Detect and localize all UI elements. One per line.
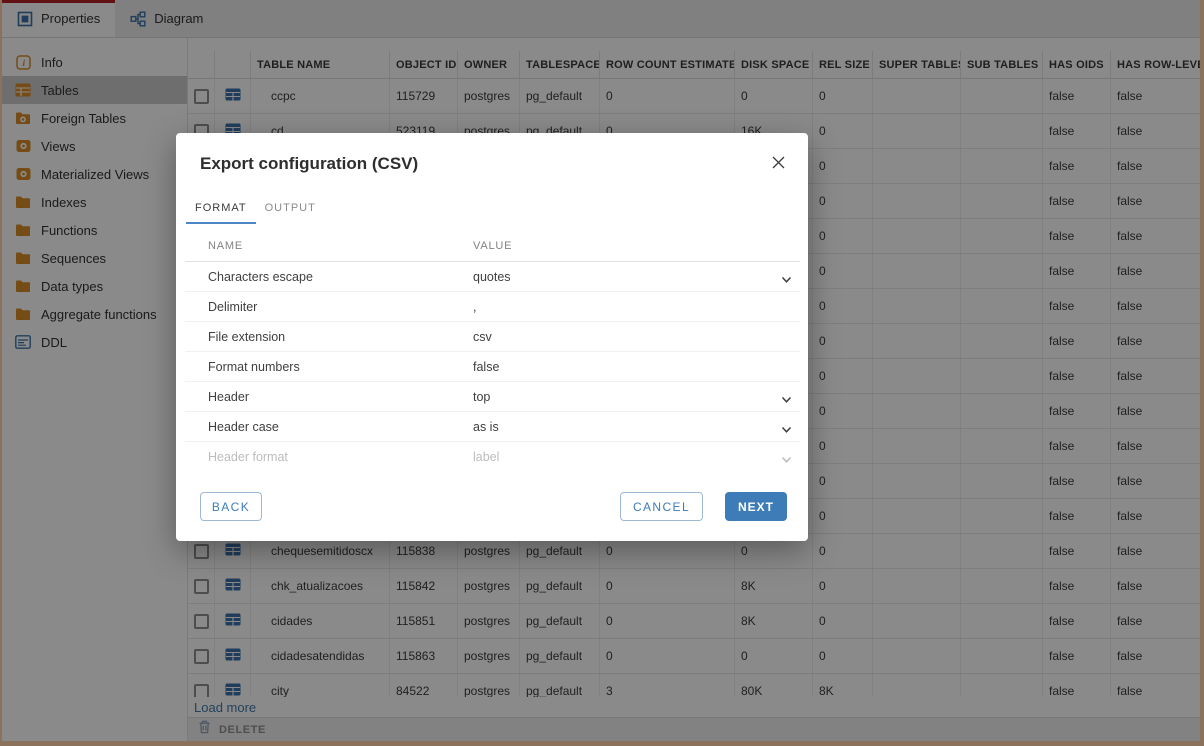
property-row-header: Headertop (185, 382, 800, 412)
property-name: Characters escape (185, 270, 473, 284)
property-value-text: as is (473, 420, 499, 434)
property-value-text: label (473, 450, 499, 464)
next-button[interactable]: NEXT (725, 492, 787, 521)
dialog-tab-output[interactable]: OUTPUT (256, 197, 325, 224)
property-value-text: quotes (473, 270, 511, 284)
property-name: Header case (185, 420, 473, 434)
chevron-down-icon[interactable] (781, 393, 792, 407)
property-value[interactable]: label (473, 450, 800, 464)
property-name: Header (185, 390, 473, 404)
property-name: Format numbers (185, 360, 473, 374)
property-row-delimiter: Delimiter, (185, 292, 800, 322)
property-row-file-extension: File extensioncsv (185, 322, 800, 352)
property-value-text: , (473, 300, 476, 314)
dialog-properties-table: NAME VALUE Characters escapequotesDelimi… (185, 230, 800, 483)
property-value[interactable]: , (473, 300, 800, 314)
property-name: File extension (185, 330, 473, 344)
property-value[interactable]: false (473, 360, 800, 374)
back-button[interactable]: BACK (200, 492, 262, 521)
property-row-characters-escape: Characters escapequotes (185, 262, 800, 292)
properties-name-header: NAME (185, 240, 473, 252)
property-name: Delimiter (185, 300, 473, 314)
properties-value-header: VALUE (473, 240, 800, 252)
dialog-properties: Characters escapequotesDelimiter,File ex… (185, 262, 800, 468)
property-value-text: false (473, 360, 499, 374)
chevron-down-icon[interactable] (781, 453, 792, 467)
property-name: Header format (185, 450, 473, 464)
export-configuration-dialog: Export configuration (CSV) FORMAT OUTPUT… (176, 133, 808, 541)
property-row-header-format: Header formatlabel (185, 442, 800, 468)
close-icon[interactable] (770, 154, 786, 170)
chevron-down-icon[interactable] (781, 423, 792, 437)
dialog-tabs: FORMAT OUTPUT (186, 197, 325, 224)
property-value[interactable]: top (473, 390, 800, 404)
property-value[interactable]: as is (473, 420, 800, 434)
property-row-format-numbers: Format numbersfalse (185, 352, 800, 382)
cancel-button[interactable]: CANCEL (620, 492, 703, 521)
property-value-text: csv (473, 330, 492, 344)
property-row-header-case: Header caseas is (185, 412, 800, 442)
dialog-tab-format[interactable]: FORMAT (186, 197, 256, 224)
dialog-title: Export configuration (CSV) (200, 154, 418, 174)
dialog-properties-header: NAME VALUE (185, 230, 800, 262)
property-value[interactable]: quotes (473, 270, 800, 284)
property-value[interactable]: csv (473, 330, 800, 344)
chevron-down-icon[interactable] (781, 273, 792, 287)
property-value-text: top (473, 390, 490, 404)
